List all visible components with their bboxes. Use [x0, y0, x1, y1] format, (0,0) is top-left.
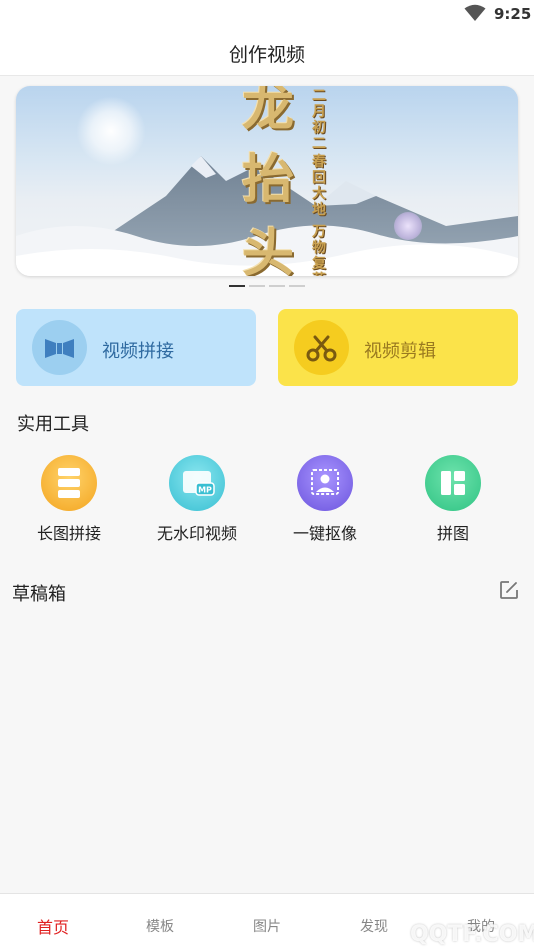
carousel-dot-active[interactable]	[229, 285, 245, 287]
light-orb	[394, 212, 422, 240]
tool-label: 一键抠像	[292, 524, 357, 543]
sun-glow	[76, 96, 146, 166]
video-edit-button[interactable]: 视频剪辑	[278, 309, 518, 386]
app-header: 创作视频	[0, 28, 534, 76]
banner-char-3: 头	[241, 223, 294, 277]
collage-icon	[425, 455, 481, 511]
tab-discover[interactable]: 发现	[344, 916, 404, 936]
video-join-icon	[32, 320, 87, 375]
tool-label: 拼图	[436, 524, 469, 543]
edit-icon[interactable]	[499, 580, 519, 600]
portrait-cutout-icon	[297, 455, 353, 511]
drafts-section-title: 草稿箱	[12, 584, 66, 605]
banner-vertical-text-1: 二月初二	[312, 88, 326, 152]
tool-label: 长图拼接	[36, 524, 101, 543]
tool-portrait-cutout[interactable]: 一键抠像	[270, 455, 380, 545]
tab-templates[interactable]: 模板	[130, 916, 190, 936]
tool-long-image[interactable]: 长图拼接	[14, 455, 124, 545]
tool-label: 无水印视频	[156, 524, 237, 543]
banner-vertical-text-2: 春回大地	[312, 154, 326, 218]
watermark: QQTF.COM	[410, 922, 534, 947]
wifi-icon	[464, 4, 486, 21]
banner-carousel[interactable]: 龙 抬 头 二月初二 春回大地 万物复苏	[16, 86, 518, 276]
tool-no-watermark-video[interactable]: MP 无水印视频	[142, 455, 252, 545]
video-join-button[interactable]: 视频拼接	[16, 309, 256, 386]
video-join-label: 视频拼接	[102, 341, 174, 362]
carousel-dot[interactable]	[249, 285, 265, 287]
tab-home[interactable]: 首页	[23, 914, 83, 938]
clock: 9:25	[494, 5, 532, 23]
tools-section-title: 实用工具	[17, 414, 89, 435]
mp-video-icon: MP	[169, 455, 225, 511]
tab-images[interactable]: 图片	[237, 916, 297, 936]
long-image-icon	[41, 455, 97, 511]
tool-collage[interactable]: 拼图	[398, 455, 508, 545]
banner-char-2: 抬	[241, 149, 294, 210]
page-title: 创作视频	[228, 44, 305, 66]
carousel-dot[interactable]	[289, 285, 305, 287]
status-bar: 9:25	[0, 0, 534, 28]
banner-char-1: 龙	[241, 86, 294, 138]
scissors-icon	[294, 320, 349, 375]
carousel-dot[interactable]	[269, 285, 285, 287]
banner-vertical-text-3: 万物复苏	[312, 224, 326, 276]
svg-text:MP: MP	[198, 486, 212, 495]
video-edit-label: 视频剪辑	[364, 341, 436, 362]
